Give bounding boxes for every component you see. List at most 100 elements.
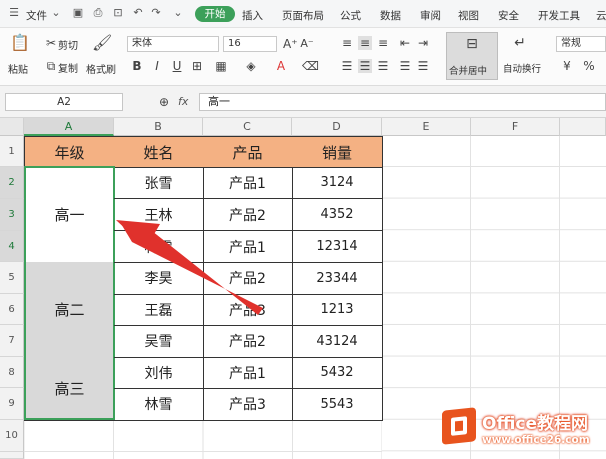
percent-icon[interactable]: % <box>582 59 596 73</box>
tab-home[interactable]: 开始 <box>195 6 235 22</box>
row-header-10[interactable]: 10 <box>0 420 24 452</box>
tab-data[interactable]: 数据 <box>380 8 401 23</box>
tab-page-layout[interactable]: 页面布局 <box>282 8 324 23</box>
row-header-1[interactable]: 1 <box>0 136 24 167</box>
name-cell[interactable]: 林雪 <box>114 388 204 421</box>
column-header-e[interactable]: E <box>382 118 471 136</box>
sales-cell[interactable]: 5432 <box>292 357 383 389</box>
tab-formulas[interactable]: 公式 <box>340 8 361 23</box>
clear-icon[interactable]: ⌫ <box>302 59 319 73</box>
align-right-icon[interactable]: ☰ <box>376 59 390 73</box>
fill-color-icon[interactable]: ◈ <box>244 59 258 73</box>
product-cell[interactable]: 产品1 <box>203 231 293 263</box>
cell-style-icon[interactable]: ▦ <box>214 59 228 73</box>
font-size-select[interactable]: 16 <box>223 36 277 52</box>
tab-view[interactable]: 视图 <box>458 8 479 23</box>
header-cell-grade[interactable]: 年级 <box>24 136 115 168</box>
sales-cell[interactable]: 1213 <box>292 294 383 326</box>
header-cell-product[interactable]: 产品 <box>203 136 293 168</box>
row-header-6[interactable]: 6 <box>0 294 24 325</box>
justify-icon[interactable]: ☰ <box>398 59 412 73</box>
align-middle-icon[interactable]: ≡ <box>358 36 372 50</box>
empty-cells-bottom[interactable] <box>24 420 382 459</box>
undo-icon[interactable]: ↶ <box>132 7 144 19</box>
align-top-icon[interactable]: ≡ <box>340 36 354 50</box>
merged-cell-grade-1[interactable]: 高一 <box>24 167 115 263</box>
sales-cell[interactable]: 12314 <box>292 231 383 263</box>
row-header-3[interactable]: 3 <box>0 199 24 231</box>
tab-cloud[interactable]: 云 <box>596 8 606 23</box>
copy-icon[interactable]: ⧉ <box>44 59 58 73</box>
header-cell-name[interactable]: 姓名 <box>114 136 204 168</box>
hamburger-menu-icon[interactable]: ☰ <box>8 7 20 19</box>
tab-insert[interactable]: 插入 <box>242 8 263 23</box>
number-format-select[interactable]: 常规 <box>556 36 606 52</box>
column-header-d[interactable]: D <box>292 118 382 136</box>
decrease-font-icon[interactable]: A⁻ <box>300 37 314 51</box>
font-name-select[interactable]: 宋体 <box>127 36 219 52</box>
save-icon[interactable]: ▣ <box>72 7 84 19</box>
name-cell[interactable]: 张雪 <box>114 167 204 199</box>
product-cell[interactable]: 产品3 <box>203 388 293 421</box>
merged-cell-grade-2[interactable]: 高二 <box>24 262 115 358</box>
name-cell[interactable]: 刘伟 <box>114 357 204 389</box>
column-header-b[interactable]: B <box>114 118 203 136</box>
bold-button[interactable]: B <box>130 59 144 73</box>
distributed-icon[interactable]: ☰ <box>416 59 430 73</box>
paste-button[interactable]: 粘贴 <box>8 61 28 76</box>
product-cell[interactable]: 产品2 <box>203 199 293 231</box>
row-header-9[interactable]: 9 <box>0 388 24 420</box>
product-cell[interactable]: 产品2 <box>203 262 293 295</box>
underline-button[interactable]: U <box>170 59 184 73</box>
customize-chevron-icon[interactable]: ⌄ <box>172 7 184 19</box>
format-painter-button[interactable]: 格式刷 <box>86 61 116 76</box>
name-cell[interactable]: 王林 <box>114 199 204 231</box>
cut-button[interactable]: 剪切 <box>58 37 78 52</box>
tab-review[interactable]: 审阅 <box>420 8 441 23</box>
column-header-f[interactable]: F <box>471 118 560 136</box>
fx-label[interactable]: fx <box>178 95 188 108</box>
align-center-icon[interactable]: ☰ <box>358 59 372 73</box>
merged-cell-grade-3[interactable]: 高三 <box>24 357 115 421</box>
file-menu[interactable]: 文件 <box>26 8 47 23</box>
name-box[interactable]: A2 <box>5 93 123 111</box>
wrap-text-button[interactable]: 自动换行 <box>503 61 541 75</box>
header-cell-sales[interactable]: 销量 <box>292 136 383 168</box>
sales-cell[interactable]: 4352 <box>292 199 383 231</box>
chevron-down-icon[interactable]: ⌄ <box>50 7 62 19</box>
italic-button[interactable]: I <box>150 59 164 73</box>
column-header-a[interactable]: A <box>24 118 114 136</box>
font-color-icon[interactable]: A <box>274 59 288 73</box>
column-header-c[interactable]: C <box>203 118 292 136</box>
name-cell[interactable]: 王磊 <box>114 294 204 326</box>
format-painter-icon[interactable]: 🖌 <box>92 35 112 54</box>
increase-font-icon[interactable]: A⁺ <box>283 37 298 51</box>
tab-developer[interactable]: 开发工具 <box>538 8 580 23</box>
redo-icon[interactable]: ↷ <box>150 7 162 19</box>
borders-icon[interactable]: ⊞ <box>190 59 204 73</box>
copy-button[interactable]: 复制 <box>58 60 78 75</box>
row-header-11[interactable] <box>0 452 24 459</box>
product-cell[interactable]: 产品2 <box>203 325 293 358</box>
tab-security[interactable]: 安全 <box>498 8 519 23</box>
wrap-text-icon[interactable]: ↵ <box>513 36 527 50</box>
sales-cell[interactable]: 5543 <box>292 388 383 421</box>
product-cell[interactable]: 产品3 <box>203 294 293 326</box>
column-header-g[interactable] <box>560 118 606 136</box>
print-preview-icon[interactable]: ⊡ <box>112 7 124 19</box>
name-cell[interactable]: 吴雪 <box>114 325 204 358</box>
formula-input[interactable]: 高一 <box>199 93 606 111</box>
row-header-8[interactable]: 8 <box>0 357 24 388</box>
indent-right-icon[interactable]: ⇥ <box>416 36 430 50</box>
align-bottom-icon[interactable]: ≡ <box>376 36 390 50</box>
align-left-icon[interactable]: ☰ <box>340 59 354 73</box>
row-header-5[interactable]: 5 <box>0 262 24 294</box>
sales-cell[interactable]: 43124 <box>292 325 383 358</box>
currency-icon[interactable]: ¥ <box>560 59 574 73</box>
row-header-7[interactable]: 7 <box>0 325 24 357</box>
product-cell[interactable]: 产品1 <box>203 167 293 199</box>
row-header-2[interactable]: 2 <box>0 167 24 199</box>
name-cell[interactable]: 林雪 <box>114 231 204 263</box>
print-icon[interactable]: ⎙ <box>92 7 104 19</box>
sales-cell[interactable]: 3124 <box>292 167 383 199</box>
